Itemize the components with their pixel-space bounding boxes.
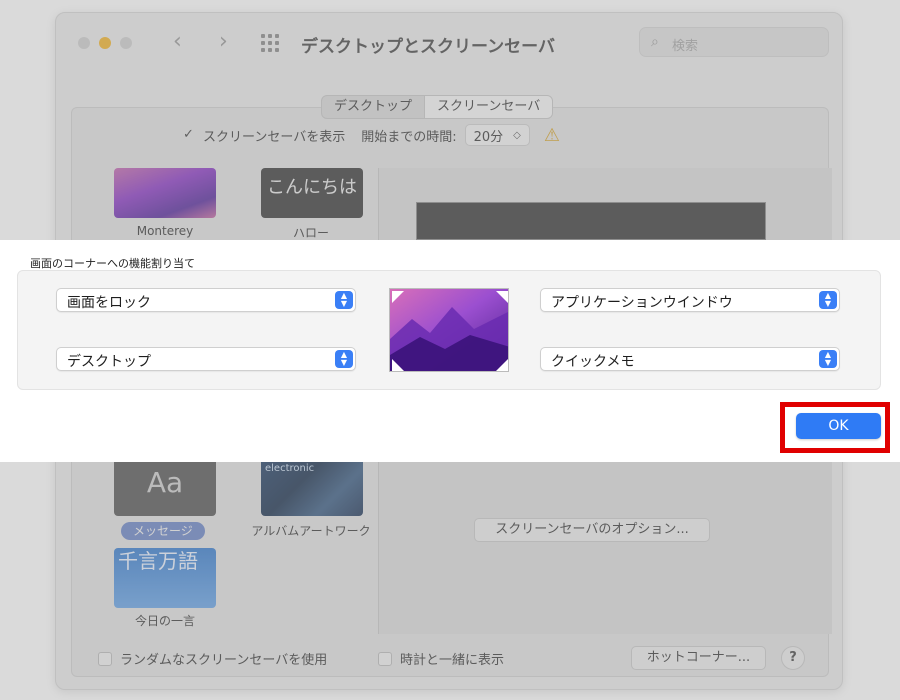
bottom-left-corner-select[interactable]: デスクトップ ▲ ▼ <box>56 347 356 371</box>
corner-preview-image <box>389 288 509 372</box>
select-arrows-icon: ▲ ▼ <box>335 350 353 368</box>
screen: ‹ › デスクトップとスクリーンセーバ ⌕ 検索 デスクトップ スクリーンセーバ… <box>0 0 900 700</box>
top-left-corner-select[interactable]: 画面をロック ▲ ▼ <box>56 288 356 312</box>
top-right-corner-select[interactable]: アプリケーションウインドウ ▲ ▼ <box>540 288 840 312</box>
hot-corners-sheet: 画面のコーナーへの機能割り当て 画面をロック ▲ ▼ デスクトップ ▲ ▼ アプリケ… <box>0 240 900 462</box>
select-arrows-icon: ▲ ▼ <box>819 291 837 309</box>
bottom-left-corner-value: デスクトップ <box>67 354 151 370</box>
select-arrows-icon: ▲ ▼ <box>335 291 353 309</box>
ok-button[interactable]: OK <box>796 413 881 439</box>
select-arrows-icon: ▲ ▼ <box>819 350 837 368</box>
bottom-right-corner-select[interactable]: クイックメモ ▲ ▼ <box>540 347 840 371</box>
bottom-right-corner-value: クイックメモ <box>551 354 635 370</box>
top-left-corner-value: 画面をロック <box>67 295 151 311</box>
sheet-title: 画面のコーナーへの機能割り当て <box>30 257 195 270</box>
top-right-corner-value: アプリケーションウインドウ <box>551 295 733 311</box>
